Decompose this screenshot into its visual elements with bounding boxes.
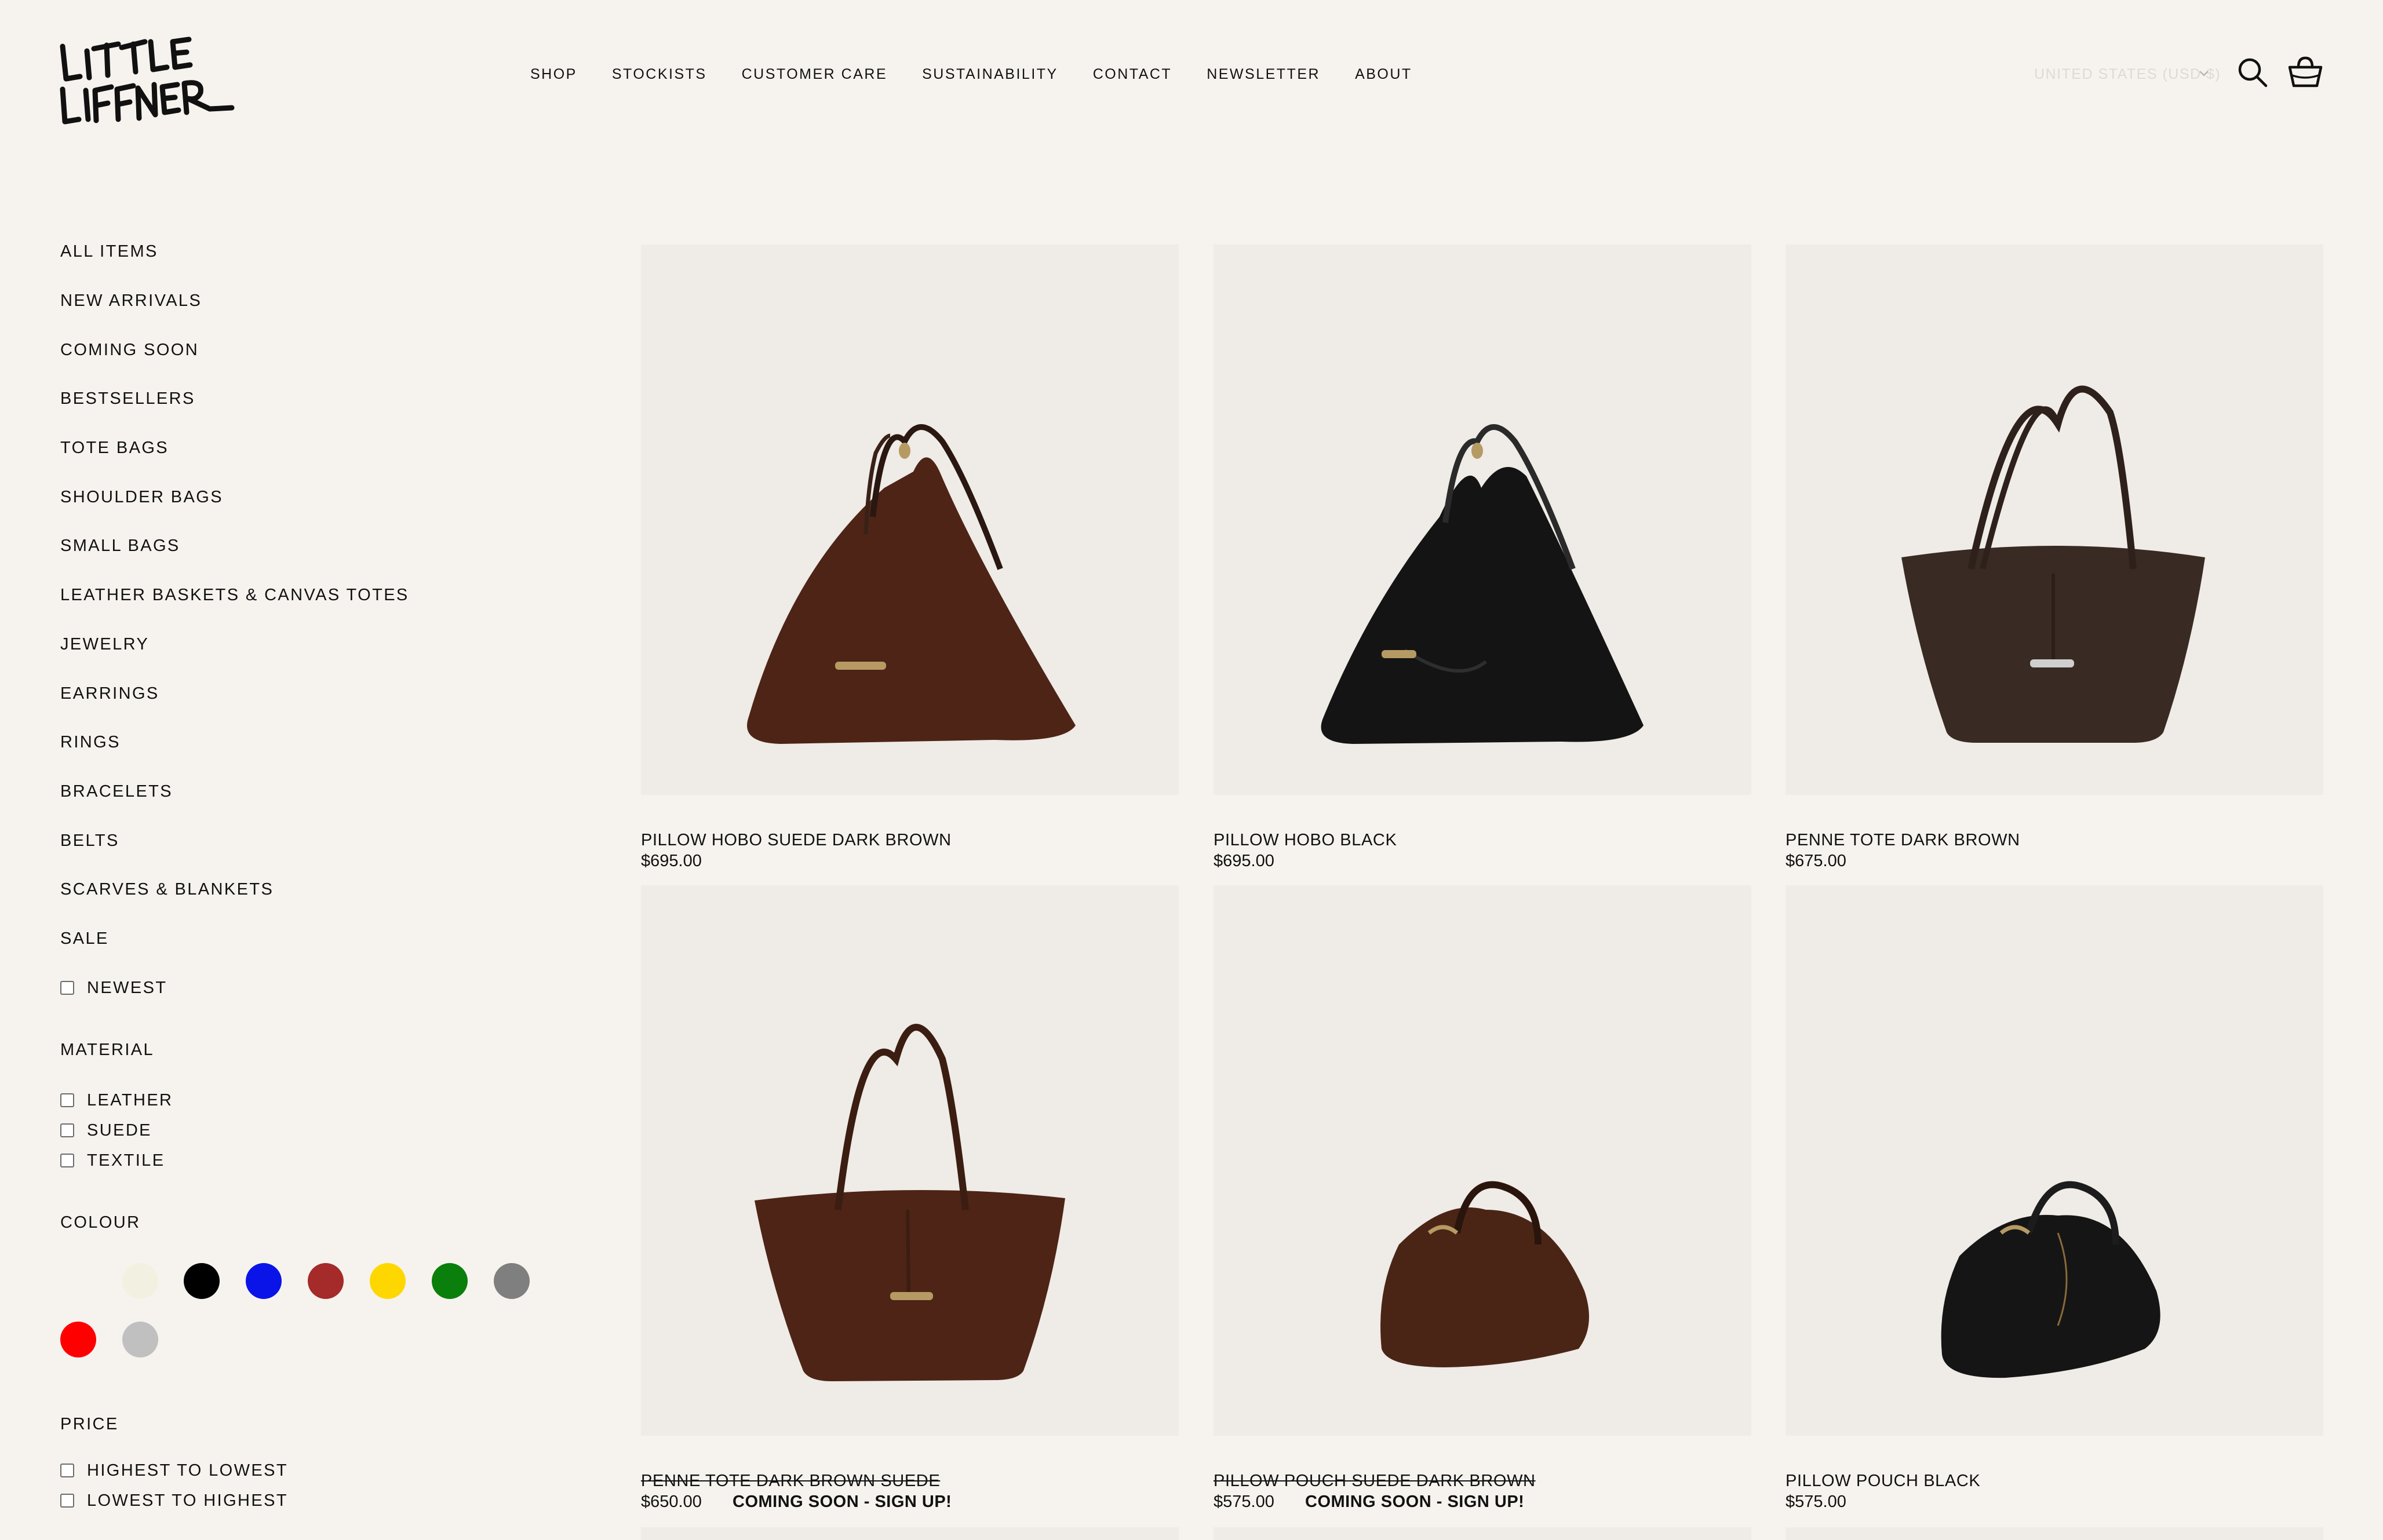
filter-material-suede[interactable]: SUEDE: [60, 1119, 152, 1142]
category-new-arrivals[interactable]: NEW ARRIVALS: [60, 289, 202, 312]
category-rings[interactable]: RINGS: [60, 731, 121, 754]
colour-swatch[interactable]: [246, 1263, 282, 1299]
suede-label: SUEDE: [87, 1121, 152, 1140]
filter-price-low-high[interactable]: LOWEST TO HIGHEST: [60, 1489, 288, 1512]
nav-stockists[interactable]: STOCKISTS: [612, 64, 707, 85]
product-price: $695.00: [641, 852, 702, 870]
nav-customer-care[interactable]: CUSTOMER CARE: [742, 64, 888, 85]
product-name[interactable]: PILLOW POUCH SUEDE DARK BROWN: [1214, 1470, 1536, 1491]
suede-checkbox[interactable]: [60, 1123, 74, 1137]
coming-soon-badge[interactable]: COMING SOON - SIGN UP!: [1305, 1491, 1524, 1512]
product-image[interactable]: [641, 885, 1179, 1436]
colour-swatch[interactable]: [184, 1263, 220, 1299]
currency-selector[interactable]: UNITED STATES (USD $): [2034, 64, 2221, 85]
tote-bag-image: [1901, 385, 2205, 743]
nav-sustainability[interactable]: SUSTAINABILITY: [922, 64, 1058, 85]
high-low-checkbox[interactable]: [60, 1464, 74, 1477]
main-nav: SHOP STOCKISTS CUSTOMER CARE SUSTAINABIL…: [530, 64, 1447, 85]
product-image[interactable]: [641, 244, 1179, 795]
colour-swatch[interactable]: [432, 1263, 468, 1299]
category-all-items[interactable]: ALL ITEMS: [60, 240, 158, 263]
product-name[interactable]: PILLOW HOBO BLACK: [1214, 830, 1397, 851]
search-icon[interactable]: [2236, 56, 2269, 89]
price-heading: PRICE: [60, 1415, 119, 1433]
textile-label: TEXTILE: [87, 1151, 165, 1170]
filter-material-leather[interactable]: LEATHER: [60, 1089, 173, 1112]
colour-swatch[interactable]: [370, 1263, 406, 1299]
category-jewelry[interactable]: JEWELRY: [60, 633, 149, 656]
category-sale[interactable]: SALE: [60, 927, 109, 950]
product-image[interactable]: [1214, 244, 1751, 795]
product-price: $695.00: [1214, 852, 1274, 870]
nav-about[interactable]: ABOUT: [1355, 64, 1412, 85]
newest-label: NEWEST: [87, 979, 167, 997]
product-card-next-row: [1786, 1527, 2323, 1540]
pouch-bag-image: [1941, 1181, 2160, 1378]
category-belts[interactable]: BELTS: [60, 829, 119, 852]
coming-soon-badge[interactable]: COMING SOON - SIGN UP!: [733, 1491, 952, 1512]
category-scarves[interactable]: SCARVES & BLANKETS: [60, 878, 274, 901]
nav-shop[interactable]: SHOP: [530, 64, 577, 85]
category-bestsellers[interactable]: BESTSELLERS: [60, 387, 195, 410]
colour-swatch[interactable]: [494, 1263, 530, 1299]
high-low-label: HIGHEST TO LOWEST: [87, 1461, 288, 1480]
basket-icon[interactable]: [2287, 53, 2324, 90]
product-name[interactable]: PILLOW POUCH BLACK: [1786, 1470, 1980, 1491]
product-image[interactable]: [1214, 885, 1751, 1436]
colour-swatch[interactable]: [122, 1263, 158, 1299]
newest-checkbox[interactable]: [60, 981, 74, 995]
leather-label: LEATHER: [87, 1091, 173, 1110]
textile-checkbox[interactable]: [60, 1154, 74, 1167]
filter-price-high-low[interactable]: HIGHEST TO LOWEST: [60, 1459, 288, 1482]
category-coming-soon[interactable]: COMING SOON: [60, 338, 199, 362]
product-card-next-row: [641, 1527, 1179, 1540]
category-earrings[interactable]: EARRINGS: [60, 682, 159, 705]
colour-swatch[interactable]: [60, 1322, 96, 1357]
category-bracelets[interactable]: BRACELETS: [60, 780, 173, 803]
low-high-checkbox[interactable]: [60, 1494, 74, 1508]
colour-swatch[interactable]: [60, 1263, 96, 1299]
product-image[interactable]: [1786, 885, 2323, 1436]
filter-material-textile[interactable]: TEXTILE: [60, 1149, 165, 1172]
pouch-bag-image: [1380, 1181, 1589, 1367]
low-high-label: LOWEST TO HIGHEST: [87, 1491, 288, 1510]
category-small-bags[interactable]: SMALL BAGS: [60, 534, 180, 557]
nav-newsletter[interactable]: NEWSLETTER: [1207, 64, 1320, 85]
colour-swatch[interactable]: [122, 1322, 158, 1357]
product-image[interactable]: [1786, 244, 2323, 795]
brand-logo[interactable]: [58, 34, 238, 126]
category-leather-baskets[interactable]: LEATHER BASKETS & CANVAS TOTES: [60, 583, 409, 607]
colour-heading: COLOUR: [60, 1213, 141, 1232]
material-heading: MATERIAL: [60, 1041, 155, 1059]
product-name[interactable]: PILLOW HOBO SUEDE DARK BROWN: [641, 830, 952, 851]
nav-contact[interactable]: CONTACT: [1093, 64, 1172, 85]
product-price: $575.00: [1214, 1492, 1274, 1511]
hobo-bag-image: [1321, 424, 1644, 744]
chevron-down-icon[interactable]: [2196, 66, 2211, 81]
hobo-bag-image: [747, 424, 1076, 744]
colour-swatch[interactable]: [308, 1263, 344, 1299]
product-card-next-row: [1214, 1527, 1751, 1540]
product-price: $650.00: [641, 1492, 702, 1511]
category-tote-bags[interactable]: TOTE BAGS: [60, 436, 169, 459]
leather-checkbox[interactable]: [60, 1093, 74, 1107]
product-name[interactable]: PENNE TOTE DARK BROWN: [1786, 830, 2020, 851]
product-price: $575.00: [1786, 1492, 1846, 1511]
category-shoulder-bags[interactable]: SHOULDER BAGS: [60, 486, 223, 509]
logo-wordmark: [60, 37, 235, 125]
product-price: $675.00: [1786, 852, 1846, 870]
tote-bag-image: [755, 1024, 1065, 1381]
site-header: SHOP STOCKISTS CUSTOMER CARE SUSTAINABIL…: [0, 0, 2383, 151]
filter-newest[interactable]: NEWEST: [60, 976, 167, 999]
product-name[interactable]: PENNE TOTE DARK BROWN SUEDE: [641, 1470, 940, 1491]
